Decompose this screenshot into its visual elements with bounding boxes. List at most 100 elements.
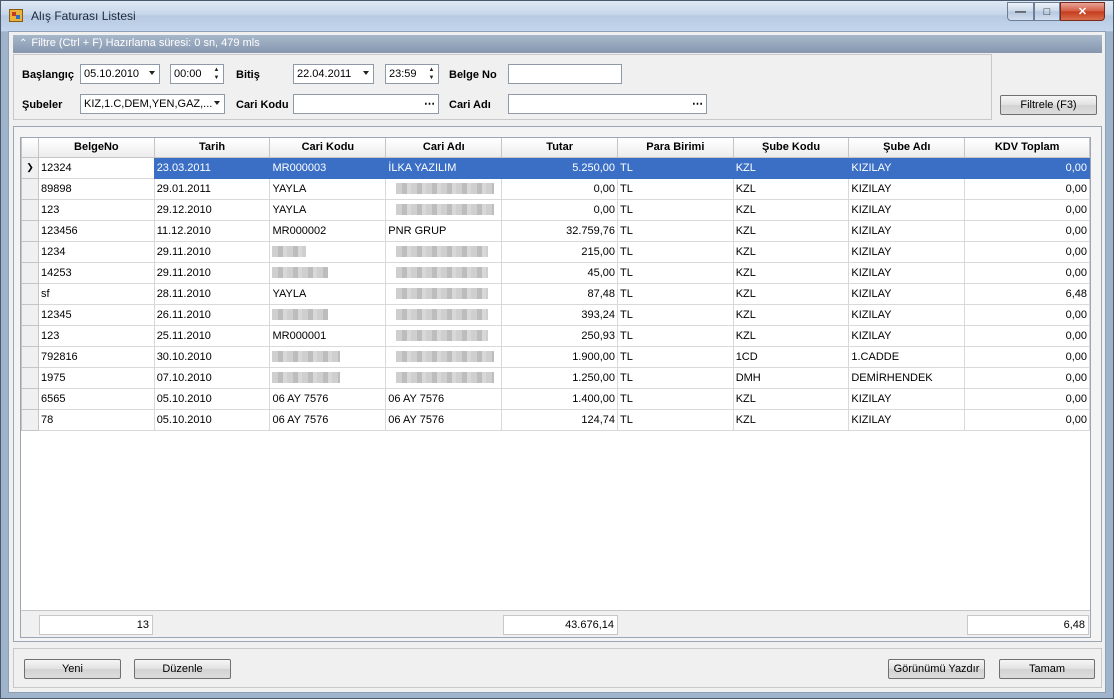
cell-tutar[interactable]: 5.250,00: [501, 156, 619, 179]
cell-para-birimi[interactable]: TL: [617, 345, 734, 368]
cell-cari-kodu[interactable]: YAYLA: [269, 198, 387, 221]
new-button[interactable]: Yeni: [24, 659, 121, 679]
cell-belgeno[interactable]: 123456: [37, 219, 155, 242]
col-header-tutar[interactable]: Tutar: [501, 138, 619, 158]
row-header[interactable]: [21, 240, 39, 263]
cell-kdv-toplam[interactable]: 0,00: [964, 408, 1090, 431]
cell-sube-adi[interactable]: KIZILAY: [848, 156, 966, 179]
baslangic-time-input[interactable]: 00:00 ▲ ▼: [170, 64, 224, 84]
col-header-sube-adi[interactable]: Şube Adı: [848, 138, 966, 158]
cell-para-birimi[interactable]: TL: [617, 366, 734, 389]
minimize-button[interactable]: —: [1007, 2, 1034, 21]
cell-tarih[interactable]: 05.10.2010: [153, 408, 271, 431]
cell-cari-kodu[interactable]: MR000002: [269, 219, 387, 242]
cell-kdv-toplam[interactable]: 0,00: [964, 198, 1090, 221]
table-row[interactable]: 123456 11.12.2010 MR000002 PNR GRUP 32.759,7…: [21, 219, 1090, 242]
table-row[interactable]: 6565 05.10.2010 06 AY 7576 06 AY 7576 1.400,…: [21, 387, 1090, 410]
invoice-grid[interactable]: BelgeNo Tarih Cari Kodu Cari Adı Tutar P…: [20, 137, 1091, 638]
col-header-para-birimi[interactable]: Para Birimi: [617, 138, 734, 158]
cell-tarih[interactable]: 11.12.2010: [153, 219, 271, 242]
baslangic-date-picker[interactable]: 05.10.2010: [80, 64, 160, 84]
ok-button[interactable]: Tamam: [999, 659, 1095, 679]
cell-tarih[interactable]: 25.11.2010: [153, 324, 271, 347]
cell-sube-kodu[interactable]: KZL: [732, 240, 850, 263]
cell-tutar[interactable]: 1.250,00: [501, 366, 619, 389]
cell-cari-kodu[interactable]: 06 AY 7576: [269, 387, 387, 410]
cell-para-birimi[interactable]: TL: [617, 240, 734, 263]
cell-cari-kodu[interactable]: [269, 240, 387, 263]
cell-kdv-toplam[interactable]: 0,00: [964, 303, 1090, 326]
cell-cari-adi[interactable]: 06 AY 7576: [385, 408, 503, 431]
subeler-select[interactable]: KIZ,1.C,DEM,YEN,GAZ,...: [80, 94, 225, 114]
cell-cari-adi[interactable]: [385, 198, 503, 221]
edit-button[interactable]: Düzenle: [134, 659, 231, 679]
ellipsis-icon[interactable]: ⋯: [692, 97, 703, 110]
cell-para-birimi[interactable]: TL: [617, 198, 734, 221]
chevron-down-icon[interactable]: [363, 71, 369, 75]
cell-sube-adi[interactable]: KIZILAY: [848, 408, 966, 431]
cell-cari-kodu[interactable]: [269, 261, 387, 284]
cell-cari-adi[interactable]: [385, 345, 503, 368]
bitis-time-input[interactable]: 23:59 ▲ ▼: [385, 64, 439, 84]
cell-para-birimi[interactable]: TL: [617, 303, 734, 326]
cell-belgeno[interactable]: 123: [37, 198, 155, 221]
table-row[interactable]: 78 05.10.2010 06 AY 7576 06 AY 7576 124,74 TL…: [21, 408, 1090, 431]
cell-sube-kodu[interactable]: KZL: [732, 198, 850, 221]
cell-tarih[interactable]: 23.03.2011: [153, 156, 271, 179]
row-header[interactable]: [21, 177, 39, 200]
cell-belgeno[interactable]: 123: [37, 324, 155, 347]
cell-tutar[interactable]: 250,93: [501, 324, 619, 347]
cell-tutar[interactable]: 45,00: [501, 261, 619, 284]
cell-belgeno[interactable]: 12345: [37, 303, 155, 326]
cell-sube-adi[interactable]: KIZILAY: [848, 261, 966, 284]
cell-tarih[interactable]: 28.11.2010: [153, 282, 271, 305]
maximize-button[interactable]: □: [1034, 2, 1060, 21]
cell-belgeno[interactable]: 12324: [37, 156, 155, 179]
cell-tutar[interactable]: 1.400,00: [501, 387, 619, 410]
cell-para-birimi[interactable]: TL: [617, 282, 734, 305]
chevron-down-icon[interactable]: [214, 101, 220, 105]
table-row[interactable]: 1234 29.11.2010 215,00 TL KZL KIZILAY 0,00: [21, 240, 1090, 263]
cari-kodu-input[interactable]: ⋯: [293, 94, 439, 114]
cell-cari-adi[interactable]: [385, 282, 503, 305]
belge-no-input[interactable]: [508, 64, 622, 84]
cell-kdv-toplam[interactable]: 0,00: [964, 240, 1090, 263]
cell-sube-kodu[interactable]: KZL: [732, 156, 850, 179]
cell-sube-adi[interactable]: KIZILAY: [848, 303, 966, 326]
cell-tarih[interactable]: 29.11.2010: [153, 261, 271, 284]
cell-kdv-toplam[interactable]: 6,48: [964, 282, 1090, 305]
cell-kdv-toplam[interactable]: 0,00: [964, 156, 1090, 179]
cell-cari-adi[interactable]: PNR GRUP: [385, 219, 503, 242]
cell-cari-kodu[interactable]: 06 AY 7576: [269, 408, 387, 431]
cell-tarih[interactable]: 30.10.2010: [153, 345, 271, 368]
cell-tarih[interactable]: 26.11.2010: [153, 303, 271, 326]
cell-belgeno[interactable]: 6565: [37, 387, 155, 410]
cell-cari-kodu[interactable]: [269, 345, 387, 368]
cell-sube-kodu[interactable]: KZL: [732, 408, 850, 431]
cell-para-birimi[interactable]: TL: [617, 387, 734, 410]
cell-belgeno[interactable]: 1975: [37, 366, 155, 389]
title-bar[interactable]: Alış Faturası Listesi — □ ✕: [1, 1, 1113, 31]
cell-cari-kodu[interactable]: [269, 303, 387, 326]
cell-sube-kodu[interactable]: 1CD: [732, 345, 850, 368]
cell-cari-adi[interactable]: [385, 240, 503, 263]
close-button[interactable]: ✕: [1060, 2, 1105, 21]
cell-kdv-toplam[interactable]: 0,00: [964, 387, 1090, 410]
spin-updown-icon[interactable]: ▲ ▼: [211, 66, 222, 82]
cell-tutar[interactable]: 87,48: [501, 282, 619, 305]
cell-kdv-toplam[interactable]: 0,00: [964, 261, 1090, 284]
row-header[interactable]: [21, 387, 39, 410]
chevron-down-icon[interactable]: [149, 71, 155, 75]
table-row[interactable]: ❯ 12324 23.03.2011 MR000003 İLKA YAZILIM 5.25…: [21, 156, 1090, 179]
cell-belgeno[interactable]: sf: [37, 282, 155, 305]
row-header[interactable]: [21, 282, 39, 305]
cell-cari-adi[interactable]: [385, 303, 503, 326]
table-row[interactable]: 14253 29.11.2010 45,00 TL KZL KIZILAY 0,00: [21, 261, 1090, 284]
cell-cari-kodu[interactable]: [269, 366, 387, 389]
table-row[interactable]: sf 28.11.2010 YAYLA 87,48 TL KZL KIZILAY 6,48: [21, 282, 1090, 305]
cell-kdv-toplam[interactable]: 0,00: [964, 177, 1090, 200]
row-header[interactable]: [21, 366, 39, 389]
col-header-tarih[interactable]: Tarih: [153, 138, 271, 158]
cell-cari-adi[interactable]: [385, 366, 503, 389]
table-row[interactable]: 123 29.12.2010 YAYLA 0,00 TL KZL KIZILAY 0,00: [21, 198, 1090, 221]
